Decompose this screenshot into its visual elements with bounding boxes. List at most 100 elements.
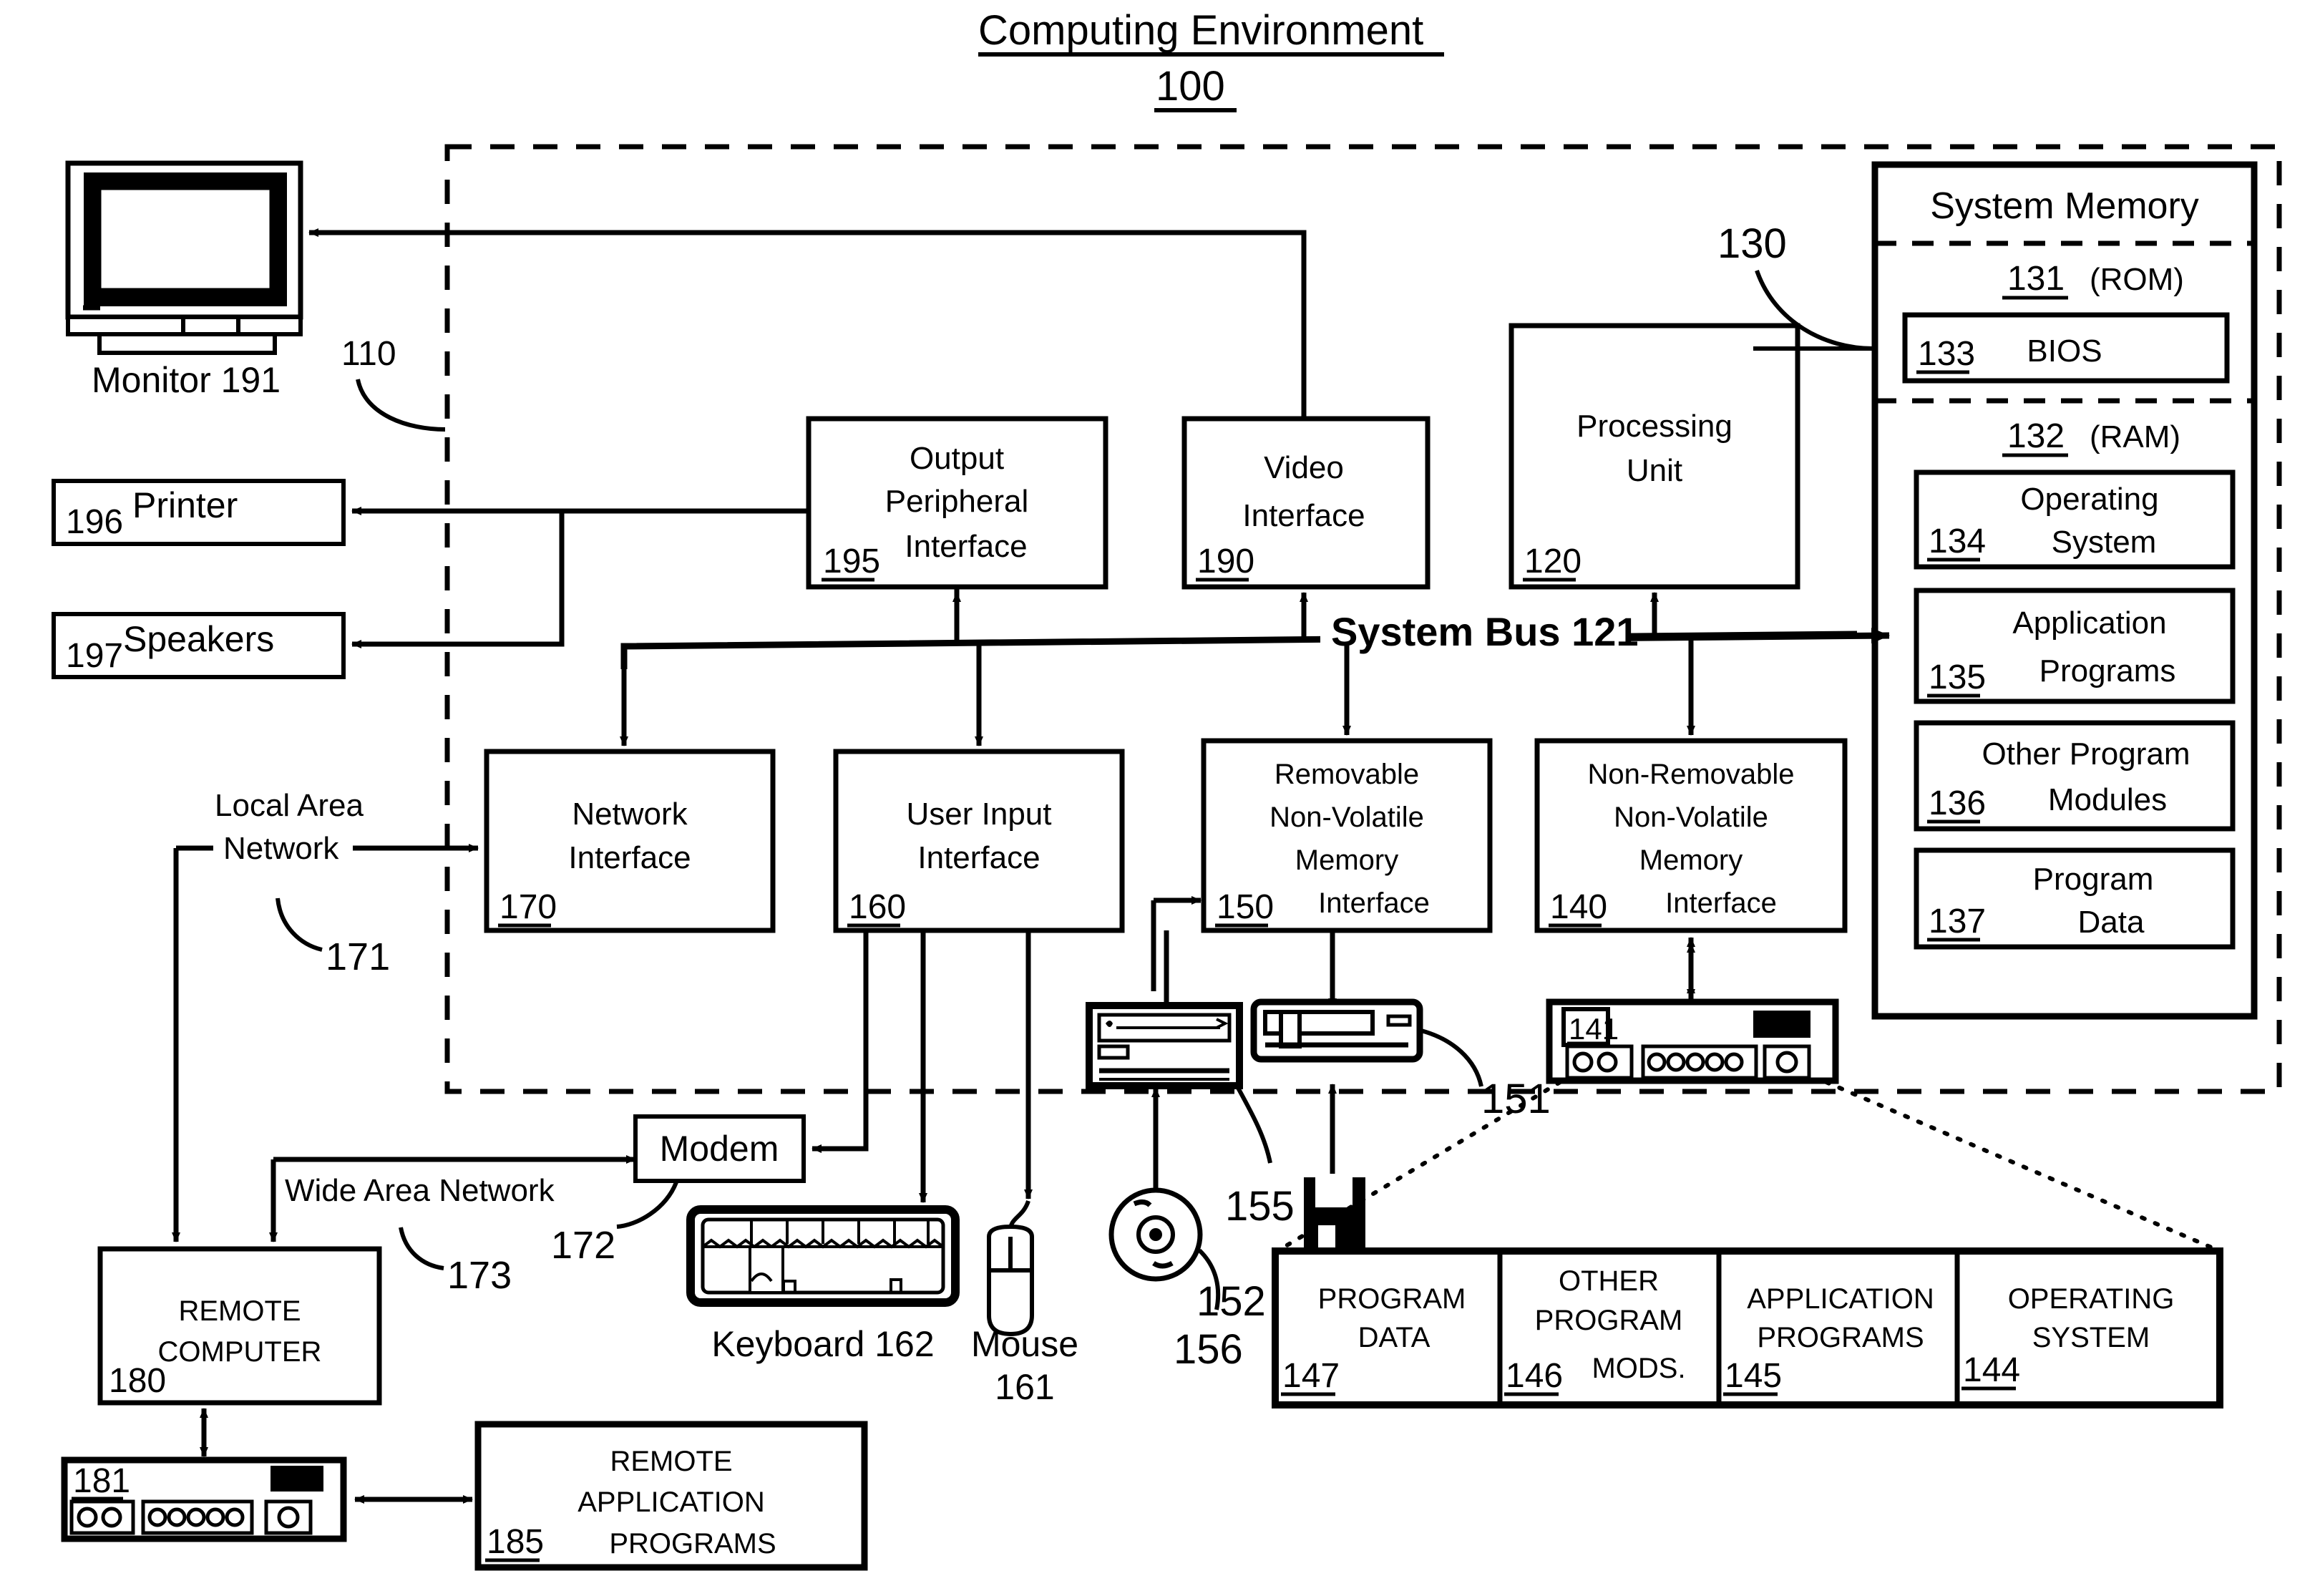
- box-140-line2: Non-Volatile: [1614, 802, 1768, 833]
- hard-drive-callout-ref: 151: [1481, 1076, 1551, 1122]
- disk-147-line2: DATA: [1358, 1322, 1431, 1353]
- mouse-ref: 161: [995, 1367, 1054, 1407]
- box-195-line2: Peripheral: [885, 484, 1029, 519]
- disk-145-line1: APPLICATION: [1747, 1283, 1934, 1315]
- remote-drive-181: 181: [61, 1456, 347, 1542]
- rom-ref: 131: [2007, 260, 2065, 298]
- box-150-line4: Interface: [1318, 887, 1430, 919]
- disk-147-ref: 147: [1282, 1357, 1340, 1395]
- optical-drive-ref: 155: [1225, 1183, 1295, 1230]
- video-interface-190: Video Interface 190: [1181, 416, 1431, 590]
- ram-item-136: Other Program Modules 136: [1914, 720, 2236, 832]
- box-160-line2: Interface: [917, 840, 1040, 875]
- box-170-line2: Interface: [568, 840, 691, 875]
- remote-programs-line3: PROGRAMS: [609, 1528, 776, 1559]
- box-120-line2: Unit: [1627, 453, 1682, 488]
- ram-136-ref: 136: [1929, 784, 1986, 822]
- box-150-line2: Non-Volatile: [1269, 802, 1424, 833]
- ref-110: 110: [341, 335, 396, 373]
- box-160-line1: User Input: [907, 797, 1052, 832]
- processing-unit-120: Processing Unit 120: [1509, 323, 1800, 590]
- box-150-ref: 150: [1217, 888, 1274, 926]
- disk-146-line1: OTHER: [1559, 1265, 1659, 1297]
- remote-computer-line1: REMOTE: [178, 1295, 301, 1327]
- printer-label: Printer: [132, 485, 238, 525]
- patent-figure-computing-environment: Computing Environment 100 110 Monitor 19…: [0, 0, 2315, 1596]
- box-170-ref: 170: [499, 888, 557, 926]
- remote-programs-ref: 185: [487, 1523, 544, 1561]
- bios-ref: 133: [1918, 335, 1975, 373]
- ram-ref: 132: [2007, 417, 2065, 455]
- disk-144-line2: SYSTEM: [2032, 1322, 2150, 1353]
- box-190-line2: Interface: [1242, 498, 1365, 533]
- keyboard-label: Keyboard 162: [711, 1324, 934, 1364]
- ram-label: (RAM): [2090, 419, 2180, 454]
- network-interface-170: Network Interface 170: [484, 749, 776, 933]
- system-bus-label: System Bus 121: [1331, 609, 1639, 654]
- box-170-line1: Network: [572, 797, 688, 832]
- ram-137-line2: Data: [2078, 905, 2145, 940]
- lan-ref: 171: [326, 935, 390, 978]
- disk-146-line3: MODS.: [1592, 1353, 1685, 1384]
- floppy-disk-ref: 152: [1197, 1278, 1266, 1325]
- box-195-line3: Interface: [905, 529, 1027, 564]
- box-140-line3: Memory: [1639, 845, 1743, 876]
- system-memory-130: System Memory 131 (ROM) 133 BIOS 132 (RA…: [1871, 161, 2258, 1020]
- lan-line2b: Network: [223, 831, 339, 866]
- ram-134-line1: Operating: [2020, 482, 2158, 517]
- ram-item-135: Application Programs 135: [1914, 588, 2236, 704]
- remote-programs-line2: APPLICATION: [577, 1486, 765, 1518]
- remote-computer-180: REMOTE COMPUTER 180: [97, 1246, 382, 1406]
- disk-144-line1: OPERATING: [2008, 1283, 2175, 1315]
- box-120-ref: 120: [1524, 542, 1581, 580]
- disk-145-line2: PROGRAMS: [1757, 1322, 1924, 1353]
- disk-145-ref: 145: [1725, 1357, 1782, 1395]
- output-peripheral-interface-195: Output Peripheral Interface 195: [806, 416, 1108, 590]
- modem-ref: 172: [551, 1224, 615, 1267]
- box-140-line4: Interface: [1665, 887, 1777, 919]
- figure-title-number: 100: [1156, 63, 1225, 110]
- box-140-ref: 140: [1550, 888, 1607, 926]
- speakers-label: Speakers: [123, 619, 274, 659]
- ram-137-line1: Program: [2033, 862, 2154, 897]
- ram-136-line1: Other Program: [1982, 736, 2190, 772]
- ram-item-137: Program Data 137: [1914, 847, 2236, 950]
- remote-application-programs-185: REMOTE APPLICATION PROGRAMS 185: [474, 1421, 868, 1571]
- nonremovable-nonvolatile-memory-interface-140: Non-Removable Non-Volatile Memory Interf…: [1534, 738, 1848, 933]
- ram-136-line2: Modules: [2048, 782, 2167, 817]
- disk-146-line2: PROGRAM: [1535, 1305, 1683, 1336]
- user-input-interface-160: User Input Interface 160: [833, 749, 1125, 933]
- system-memory-title: System Memory: [1930, 185, 2199, 227]
- monitor-191: Monitor 191: [65, 160, 303, 400]
- ram-135-ref: 135: [1929, 658, 1986, 696]
- disk-144-ref: 144: [1963, 1351, 2020, 1389]
- disk-146-ref: 146: [1506, 1357, 1563, 1395]
- box-190-ref: 190: [1197, 542, 1254, 580]
- ram-134-line2: System: [2052, 525, 2157, 560]
- box-140-line1: Non-Removable: [1587, 759, 1794, 790]
- disk-contents-table: PROGRAM DATA 147 OTHER PROGRAM MODS. 146…: [1272, 1247, 2223, 1408]
- box-150-line1: Removable: [1275, 759, 1419, 790]
- ram-135-line1: Application: [2012, 605, 2166, 641]
- remote-computer-ref: 180: [109, 1362, 166, 1400]
- box-150-line3: Memory: [1295, 845, 1398, 876]
- figure-title-text: Computing Environment: [978, 7, 1423, 54]
- lan-line1: Local Area: [215, 788, 364, 823]
- removable-nonvolatile-memory-interface-150: Removable Non-Volatile Memory Interface …: [1201, 738, 1493, 933]
- box-120-line1: Processing: [1576, 409, 1732, 444]
- ref-130: 130: [1717, 220, 1787, 267]
- hard-drive-ref: 141: [1569, 1012, 1619, 1046]
- remote-drive-ref: 181: [73, 1462, 130, 1500]
- box-160-ref: 160: [849, 888, 906, 926]
- monitor-label: Monitor 191: [92, 360, 281, 400]
- ram-135-line2: Programs: [2039, 653, 2176, 688]
- box-190-line1: Video: [1264, 450, 1344, 485]
- rom-label: (ROM): [2090, 262, 2184, 297]
- mouse-label: Mouse: [971, 1324, 1078, 1364]
- printer-ref: 196: [66, 503, 123, 541]
- wan-label: Wide Area Network: [285, 1173, 555, 1208]
- bios-label: BIOS: [2027, 334, 2102, 369]
- modem-label: Modem: [660, 1129, 779, 1169]
- speakers-197: 197 Speakers: [52, 612, 346, 679]
- speakers-ref: 197: [66, 637, 123, 675]
